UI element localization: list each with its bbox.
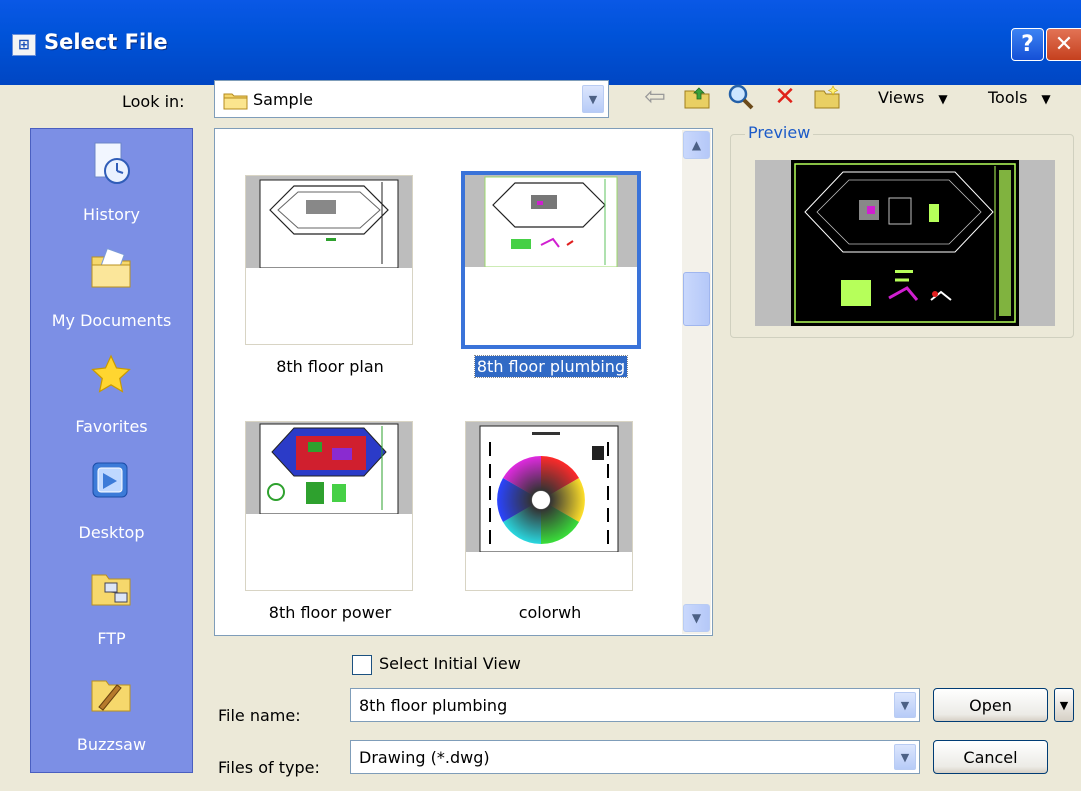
place-desktop[interactable]: Desktop	[31, 449, 192, 555]
place-label: Desktop	[78, 523, 145, 542]
scroll-thumb[interactable]	[683, 272, 710, 326]
files-of-type-dropdown-button[interactable]: ▼	[894, 744, 916, 770]
chevron-down-icon: ▼	[691, 611, 702, 625]
create-folder-icon[interactable]	[812, 82, 842, 112]
file-name-label: colorwh	[518, 603, 582, 622]
file-name-dropdown-button[interactable]: ▼	[894, 692, 916, 718]
file-thumbnail[interactable]	[245, 175, 413, 345]
chevron-down-icon: ▼	[588, 92, 598, 106]
title-bar[interactable]: ⊞ Select File ? ✕	[0, 0, 1081, 85]
open-options-button[interactable]: ▼	[1054, 688, 1074, 722]
delete-icon[interactable]: ✕	[770, 82, 800, 112]
file-thumbnail[interactable]	[465, 421, 633, 591]
file-thumbnail-selected[interactable]	[461, 171, 641, 349]
place-buzzsaw[interactable]: Buzzsaw	[31, 661, 192, 767]
look-in-combobox[interactable]: Sample ▼	[214, 80, 609, 118]
file-list-scrollbar[interactable]: ▲ ▼	[682, 130, 711, 634]
search-web-icon[interactable]	[726, 82, 756, 112]
chevron-down-icon: ▼	[900, 750, 910, 764]
history-icon	[94, 142, 130, 184]
files-of-type-value: Drawing (*.dwg)	[359, 748, 490, 767]
drawing-thumbnail-image	[246, 176, 412, 268]
place-label: My Documents	[51, 311, 172, 330]
file-name-value[interactable]: 8th floor plumbing	[359, 696, 507, 715]
drawing-thumbnail-image	[466, 422, 632, 552]
up-folder-icon[interactable]	[682, 82, 712, 112]
place-label: Buzzsaw	[76, 735, 147, 754]
chevron-down-icon: ▼	[900, 698, 910, 712]
help-button[interactable]: ?	[1011, 28, 1044, 61]
look-in-dropdown-button[interactable]: ▼	[582, 85, 604, 113]
back-arrow-icon[interactable]: ⇦	[640, 82, 670, 112]
drawing-thumbnail-image	[246, 422, 412, 514]
place-label: FTP	[97, 629, 126, 648]
folder-icon	[223, 93, 248, 110]
place-ftp[interactable]: FTP	[31, 555, 192, 661]
place-favorites[interactable]: Favorites	[31, 343, 192, 449]
open-button[interactable]: Open	[933, 688, 1048, 722]
favorites-icon	[91, 354, 131, 393]
places-bar: History My Documents Favorites Desktop F…	[30, 128, 193, 773]
scroll-up-button[interactable]: ▲	[683, 131, 710, 159]
app-icon: ⊞	[12, 34, 36, 56]
file-name-label-selected: 8th floor plumbing	[473, 355, 629, 378]
file-name-label: 8th floor plan	[276, 357, 384, 376]
ftp-icon	[91, 574, 131, 606]
place-label: History	[83, 205, 140, 224]
tools-menu[interactable]: Tools ▼	[988, 88, 1051, 107]
preview-image	[755, 160, 1055, 326]
buzzsaw-icon	[91, 680, 131, 712]
files-of-type-label: Files of type:	[218, 758, 320, 777]
file-name-label: 8th floor power	[268, 603, 392, 622]
desktop-icon	[92, 462, 128, 498]
preview-label: Preview	[745, 123, 814, 142]
look-in-label: Look in:	[122, 92, 185, 111]
chevron-up-icon: ▲	[691, 138, 702, 152]
files-of-type-combobox[interactable]: Drawing (*.dwg) ▼	[350, 740, 920, 774]
chevron-down-icon: ▼	[1059, 698, 1069, 712]
views-menu[interactable]: Views ▼	[878, 88, 948, 107]
select-initial-view-checkbox[interactable]	[352, 655, 372, 675]
chevron-down-icon: ▼	[938, 92, 948, 106]
place-my-documents[interactable]: My Documents	[31, 237, 192, 343]
file-name-combobox[interactable]: 8th floor plumbing ▼	[350, 688, 920, 722]
file-list[interactable]: 8th floor plan 8th floor plumbing 8th fl…	[214, 128, 713, 636]
close-button[interactable]: ✕	[1046, 28, 1081, 61]
cancel-button[interactable]: Cancel	[933, 740, 1048, 774]
scroll-down-button[interactable]: ▼	[683, 604, 710, 632]
look-in-value: Sample	[253, 90, 313, 109]
chevron-down-icon: ▼	[1041, 92, 1051, 106]
file-name-label: File name:	[218, 706, 301, 725]
file-thumbnail[interactable]	[245, 421, 413, 591]
window-title: Select File	[44, 30, 168, 54]
drawing-thumbnail-image	[465, 175, 637, 267]
place-history[interactable]: History	[31, 131, 192, 237]
my-documents-icon	[91, 247, 131, 288]
select-initial-view-label[interactable]: Select Initial View	[379, 654, 521, 673]
place-label: Favorites	[75, 417, 148, 436]
